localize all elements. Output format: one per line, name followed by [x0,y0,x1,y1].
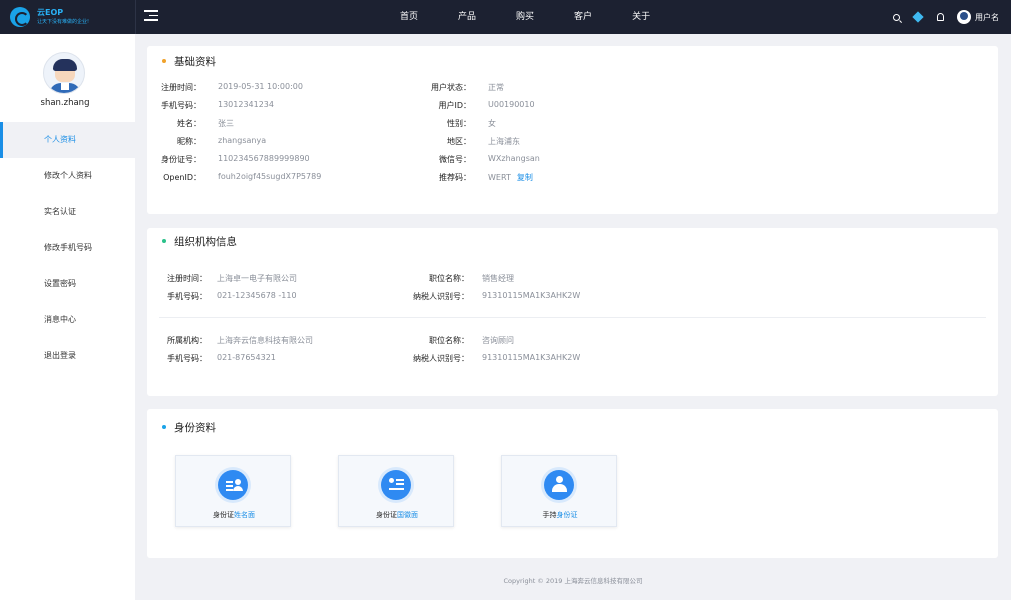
profile-avatar [43,52,85,94]
section-dot-icon [162,425,166,429]
section-dot-icon [162,239,166,243]
field-label: 注册时间： [167,274,207,283]
field-label: 身份证号： [161,155,201,164]
top-bar: 云EOP 让天下没有难做的企业! 首页 产品 购买 客户 关于 用户名 [0,0,1011,34]
sidebar-item-edit-profile[interactable]: 修改个人资料 [0,158,135,194]
referral-code-row: WERT 复制 [488,172,533,183]
menu-toggle-icon[interactable] [144,10,158,24]
field-value: 021-12345678 -110 [217,291,297,300]
layers-icon [912,11,924,23]
field-label: 纳税人识别号： [413,354,469,363]
sidebar-item-messages[interactable]: 消息中心 [0,302,135,338]
search-icon [892,13,900,21]
field-value: 上海浦东 [488,137,520,146]
nav-about[interactable]: 关于 [632,0,650,34]
org-info-card: 组织机构信息 注册时间： 上海卓一电子有限公司 手机号码： 021-123456… [147,228,998,396]
field-value: 张三 [218,119,234,128]
copy-code-link[interactable]: 复制 [517,173,533,182]
notifications-button[interactable] [929,0,951,34]
field-value: 咨询顾问 [482,336,514,345]
id-handheld-label: 手持身份证 [542,511,578,519]
field-value: 上海奔云信息科技有限公司 [217,336,313,345]
field-label: 注册时间： [161,83,201,92]
id-handheld-upload[interactable]: 手持身份证 [501,455,617,527]
sidebar-item-change-phone[interactable]: 修改手机号码 [0,230,135,266]
search-button[interactable] [885,0,907,34]
field-value: WXzhangsan [488,154,540,163]
field-label: 性别： [447,119,471,128]
identity-title: 身份资料 [174,422,216,434]
field-value: WERT [488,173,511,182]
field-label: 职位名称： [429,336,469,345]
sidebar-item-password[interactable]: 设置密码 [0,266,135,302]
avatar[interactable] [957,10,971,24]
logo-icon [10,7,30,27]
sidebar-menu: 个人资料 修改个人资料 实名认证 修改手机号码 设置密码 消息中心 退出登录 [0,122,135,374]
field-label: OpenID： [163,173,201,182]
field-value: U00190010 [488,100,535,109]
field-value: 2019-05-31 10:00:00 [218,82,303,91]
field-value: 女 [488,119,496,128]
field-value: 销售经理 [482,274,514,283]
field-value: 91310115MA1K3AHK2W [482,291,581,300]
logo-slogan: 让天下没有难做的企业! [37,19,90,25]
field-value: fouh2oigf45sugdX7P5789 [218,172,322,181]
field-label: 微信号： [439,155,471,164]
sidebar-item-logout[interactable]: 退出登录 [0,338,135,374]
field-label: 职位名称： [429,274,469,283]
profile-name: shan.zhang [40,98,90,108]
sidebar-item-verification[interactable]: 实名认证 [0,194,135,230]
sidebar: shan.zhang 个人资料 修改个人资料 实名认证 修改手机号码 设置密码 … [0,34,135,600]
field-label: 用户ID： [438,101,471,110]
id-front-upload[interactable]: 身份证姓名面 [175,455,291,527]
field-label: 手机号码： [167,292,207,301]
layers-button[interactable] [907,0,929,34]
section-dot-icon [162,59,166,63]
basic-info-card: 基础资料 注册时间： 2019-05-31 10:00:00 手机号码： 130… [147,46,998,214]
divider [159,317,986,318]
org-info-title: 组织机构信息 [174,236,237,248]
sidebar-item-profile[interactable]: 个人资料 [0,122,135,158]
user-menu[interactable]: 用户名 [975,12,999,23]
field-value: 021-87654321 [217,353,276,362]
handheld-id-icon [544,470,574,500]
field-value: zhangsanya [218,136,267,145]
field-value: 上海卓一电子有限公司 [217,274,297,283]
basic-info-title: 基础资料 [174,56,216,68]
id-back-upload[interactable]: 身份证国徽面 [338,455,454,527]
nav-customers[interactable]: 客户 [574,0,592,34]
logo-block[interactable]: 云EOP 让天下没有难做的企业! [0,0,136,34]
field-label: 手机号码： [161,101,201,110]
id-back-label: 身份证国徽面 [376,511,418,519]
field-label: 昵称： [177,137,201,146]
nav-home[interactable]: 首页 [400,0,418,34]
field-value: 13012341234 [218,100,274,109]
footer-copyright: Copyright © 2019 上海奔云信息科技有限公司 [503,577,643,585]
main-nav: 首页 产品 购买 客户 关于 [400,0,690,34]
id-card-back-icon [381,470,411,500]
identity-card: 身份资料 身份证姓名面 身份证国徽面 手持身份证 [147,409,998,558]
field-label: 纳税人识别号： [413,292,469,301]
field-label: 姓名： [177,119,201,128]
field-label: 手机号码： [167,354,207,363]
field-label: 推荐码： [439,173,471,182]
logo-title: 云EOP [37,8,64,17]
bell-icon [936,13,944,21]
field-label: 地区： [447,137,471,146]
field-value: 110234567889999890 [218,154,310,163]
nav-products[interactable]: 产品 [458,0,476,34]
field-value: 91310115MA1K3AHK2W [482,353,581,362]
nav-buy[interactable]: 购买 [516,0,534,34]
field-label: 用户状态： [431,83,471,92]
field-value: 正常 [488,83,504,92]
top-right-tools: 用户名 [885,0,999,34]
id-card-front-icon [218,470,248,500]
id-front-label: 身份证姓名面 [213,511,255,519]
field-label: 所属机构： [167,336,207,345]
